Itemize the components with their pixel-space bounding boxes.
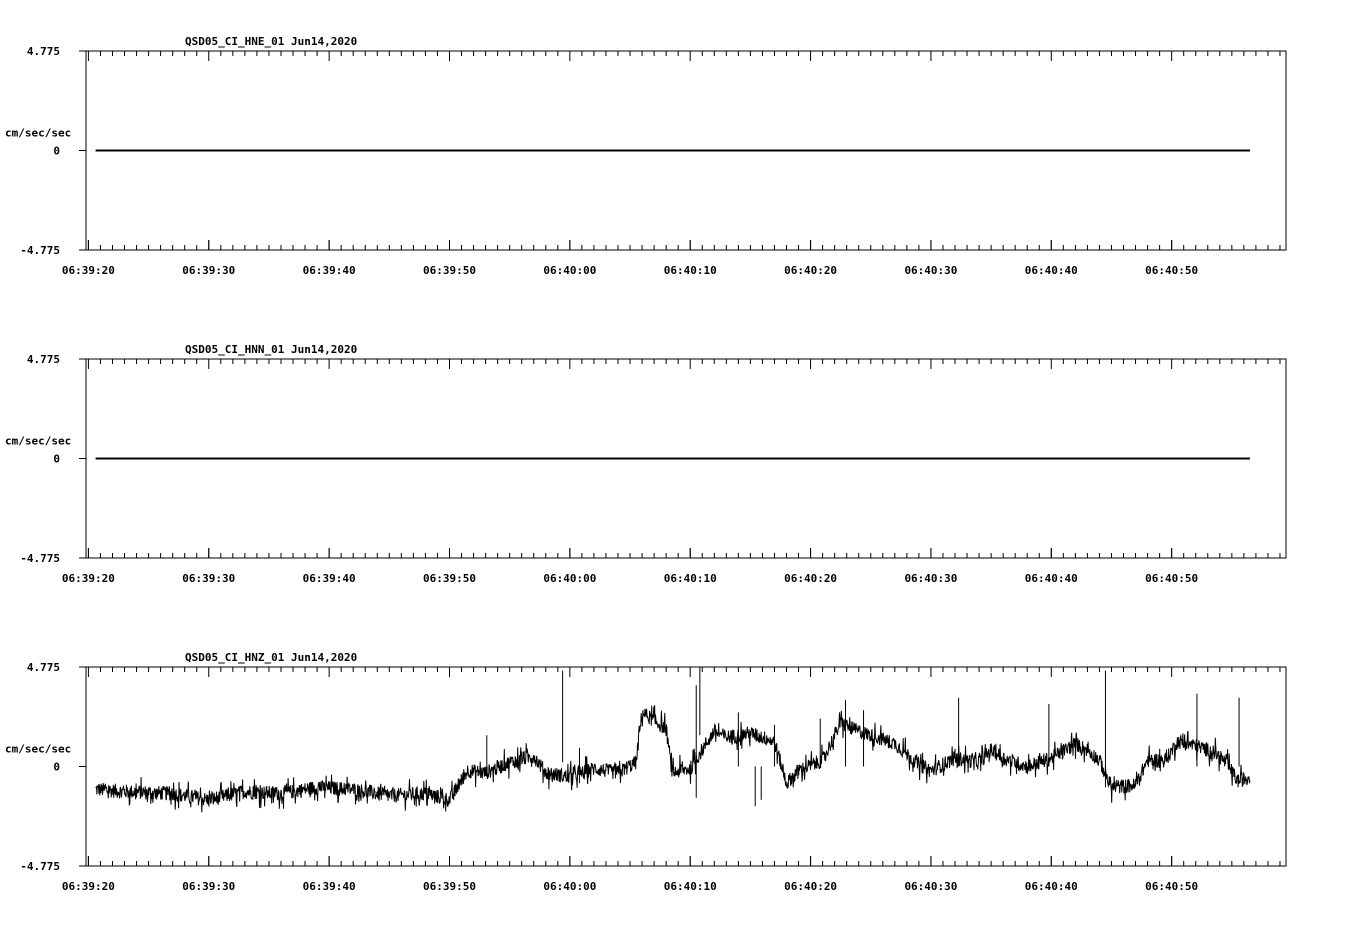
y-axis-unit-label: cm/sec/sec xyxy=(5,743,71,756)
x-tick-label: 06:40:50 xyxy=(1145,264,1198,277)
x-tick-label: 06:40:50 xyxy=(1145,880,1198,893)
x-tick-label: 06:40:40 xyxy=(1025,572,1078,585)
x-tick-label: 06:40:50 xyxy=(1145,572,1198,585)
x-tick-label: 06:40:10 xyxy=(664,880,717,893)
figure-background xyxy=(0,0,1358,924)
x-tick-label: 06:39:50 xyxy=(423,572,476,585)
x-tick-label: 06:40:20 xyxy=(784,572,837,585)
x-tick-label: 06:40:10 xyxy=(664,572,717,585)
x-tick-label: 06:40:30 xyxy=(904,264,957,277)
y-tick-label-min: -4.775 xyxy=(20,860,60,873)
seismogram-figure: QSD05_CI_HNE_01 Jun14,2020 4.775 0 -4.775 cm… xyxy=(0,0,1358,924)
x-tick-label: 06:40:20 xyxy=(784,880,837,893)
y-axis-unit-label: cm/sec/sec xyxy=(5,435,71,448)
y-tick-label-zero: 0 xyxy=(53,761,60,774)
y-axis-unit-label: cm/sec/sec xyxy=(5,127,71,140)
x-tick-label: 06:39:40 xyxy=(303,880,356,893)
x-tick-label: 06:40:10 xyxy=(664,264,717,277)
x-tick-label: 06:39:20 xyxy=(62,572,115,585)
y-tick-label-min: -4.775 xyxy=(20,244,60,257)
x-tick-label: 06:40:20 xyxy=(784,264,837,277)
x-tick-label: 06:40:30 xyxy=(904,880,957,893)
panel-title: QSD05_CI_HNZ_01 Jun14,2020 xyxy=(185,651,357,664)
x-tick-label: 06:40:40 xyxy=(1025,264,1078,277)
x-tick-label: 06:40:00 xyxy=(543,572,596,585)
x-tick-label: 06:39:20 xyxy=(62,264,115,277)
x-tick-label: 06:39:50 xyxy=(423,264,476,277)
panel-title: QSD05_CI_HNN_01 Jun14,2020 xyxy=(185,343,357,356)
x-tick-label: 06:40:30 xyxy=(904,572,957,585)
x-tick-label: 06:40:00 xyxy=(543,880,596,893)
y-tick-label-max: 4.775 xyxy=(27,661,60,674)
y-tick-label-zero: 0 xyxy=(53,145,60,158)
panel-title: QSD05_CI_HNE_01 Jun14,2020 xyxy=(185,35,357,48)
x-tick-label: 06:39:20 xyxy=(62,880,115,893)
y-tick-label-min: -4.775 xyxy=(20,552,60,565)
seismogram-svg: QSD05_CI_HNE_01 Jun14,2020 4.775 0 -4.775 cm… xyxy=(0,0,1358,924)
x-tick-label: 06:40:40 xyxy=(1025,880,1078,893)
y-tick-label-zero: 0 xyxy=(53,453,60,466)
x-tick-label: 06:39:50 xyxy=(423,880,476,893)
x-tick-label: 06:39:30 xyxy=(182,572,235,585)
y-tick-label-max: 4.775 xyxy=(27,45,60,58)
x-tick-label: 06:39:30 xyxy=(182,880,235,893)
y-tick-label-max: 4.775 xyxy=(27,353,60,366)
x-tick-label: 06:40:00 xyxy=(543,264,596,277)
x-tick-label: 06:39:40 xyxy=(303,264,356,277)
x-tick-label: 06:39:30 xyxy=(182,264,235,277)
x-tick-label: 06:39:40 xyxy=(303,572,356,585)
